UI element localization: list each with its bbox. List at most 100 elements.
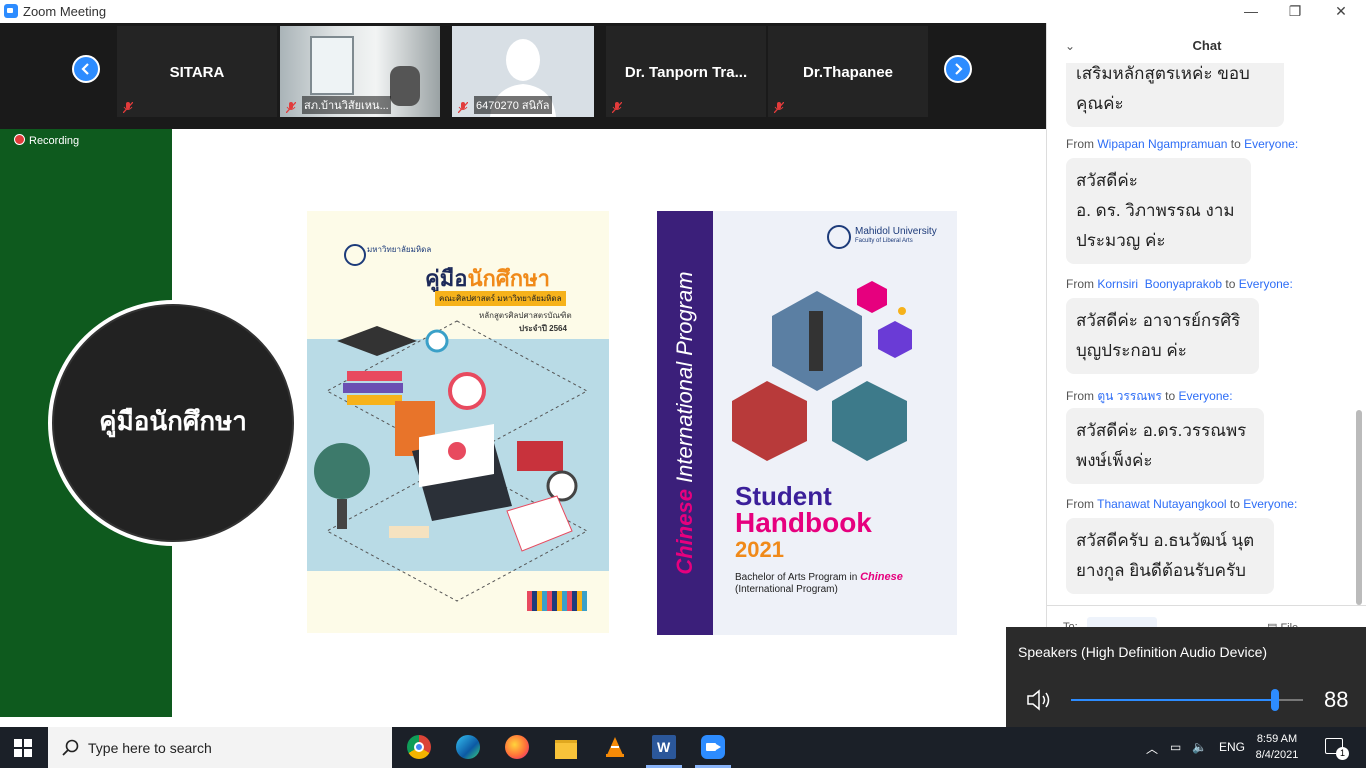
- volume-thumb[interactable]: [1271, 689, 1279, 711]
- to-label: to: [1230, 137, 1241, 151]
- edge-icon[interactable]: [456, 735, 480, 759]
- chevron-right-icon: [955, 63, 963, 75]
- participant-name: Dr. Tanporn Tra...: [624, 64, 748, 81]
- minimize-button[interactable]: —: [1228, 0, 1274, 23]
- chat-bubble: สวัสดีค่ะ อ. ดร. วิภาพรรณ งาม ประมวญ ค่ะ: [1066, 158, 1251, 264]
- book2-spine-text: International Program: [672, 271, 697, 490]
- recipient-name[interactable]: Everyone:: [1239, 277, 1293, 291]
- person-image: [390, 66, 420, 106]
- chat-line: สวัสดีค่ะ อาจารย์กรศิริ: [1076, 311, 1241, 330]
- recipient-name[interactable]: Everyone:: [1244, 137, 1298, 151]
- participant-tile[interactable]: SITARA: [117, 26, 277, 117]
- participant-name: SITARA: [169, 64, 225, 81]
- close-button[interactable]: ✕: [1318, 0, 1364, 23]
- chat-line: คุณค่ะ: [1076, 94, 1124, 113]
- handbook-cover-english: Chinese International Program Mahidol Un…: [657, 211, 957, 635]
- participant-strip: SITARA สภ.บ้านวิสัยเหน... 6470270 สนิกัล…: [0, 23, 1046, 129]
- vlc-icon[interactable]: [603, 735, 627, 759]
- chat-scrollbar[interactable]: [1356, 410, 1362, 605]
- language-indicator[interactable]: ENG: [1219, 740, 1245, 754]
- sender-name[interactable]: Wipapan Ngampramuan: [1097, 137, 1227, 151]
- participant-tile[interactable]: 6470270 สนิกัล: [452, 26, 594, 117]
- book2-program-highlight: Chinese: [860, 571, 903, 583]
- book2-program-prefix: Bachelor of Arts Program in: [735, 572, 861, 583]
- window-image: [310, 36, 354, 95]
- notification-badge: 1: [1336, 747, 1349, 760]
- chat-line: สวัสดีครับ อ.ธนวัฒน์ นุต: [1076, 531, 1255, 550]
- volume-tray-icon[interactable]: 🔈: [1192, 740, 1207, 754]
- recipient-name[interactable]: Everyone:: [1243, 497, 1297, 511]
- chevron-up-icon[interactable]: ︿: [1146, 740, 1158, 757]
- chat-bubble: เสริมหลักสูตรเหค่ะ ขอบ คุณค่ะ: [1066, 63, 1284, 127]
- sender-name[interactable]: Thanawat Nutayangkool: [1097, 497, 1226, 511]
- participant-label: สภ.บ้านวิสัยเหน...: [302, 96, 391, 114]
- clock-time: 8:59 AM: [1256, 733, 1298, 745]
- muted-mic-icon: [458, 102, 468, 113]
- chat-bubble: สวัสดีค่ะ อาจารย์กรศิริ บุญประกอบ ค่ะ: [1066, 298, 1259, 374]
- battery-icon[interactable]: ▭: [1170, 740, 1181, 754]
- from-label: From: [1066, 277, 1094, 291]
- zoom-app-icon[interactable]: [701, 735, 725, 759]
- participant-tile[interactable]: Dr. Tanporn Tra...: [606, 26, 766, 117]
- handbook-cover-thai: มหาวิทยาลัยมหิดล คู่มือนักศึกษา คณะศิลปศ…: [307, 211, 609, 633]
- book2-year: 2021: [735, 537, 784, 562]
- system-clock[interactable]: 8:59 AM 8/4/2021: [1252, 731, 1302, 763]
- participant-label: 6470270 สนิกัล: [474, 96, 552, 114]
- next-page-button[interactable]: [944, 55, 972, 83]
- participant-tile[interactable]: Dr.Thapanee: [768, 26, 928, 117]
- chat-title: Chat: [1192, 38, 1222, 53]
- chat-bubble: สวัสดีค่ะ อ.ดร.วรรณพร พงษ์เพ็งค่ะ: [1066, 408, 1264, 484]
- volume-slider[interactable]: [1071, 689, 1303, 711]
- book1-university: มหาวิทยาลัยมหิดล: [367, 245, 432, 254]
- volume-value: 88: [1324, 687, 1349, 712]
- speaker-icon[interactable]: [1026, 688, 1054, 712]
- muted-mic-icon: [123, 102, 133, 113]
- previous-page-button[interactable]: [72, 55, 100, 83]
- taskbar: Type here to search W ︿ ▭ 🔈 ENG 8:59 AM …: [0, 727, 1366, 768]
- chat-divider: [1047, 605, 1366, 606]
- book2-title2: Handbook: [735, 507, 872, 538]
- chat-line: สวัสดีค่ะ: [1076, 171, 1138, 190]
- chat-header: ⌄ Chat: [1047, 23, 1366, 63]
- meeting-area: SITARA สภ.บ้านวิสัยเหน... 6470270 สนิกัล…: [0, 23, 1046, 717]
- sender-name[interactable]: Kornsiri Boonyaprakob: [1097, 277, 1222, 291]
- sender-name[interactable]: ตูน วรรณพร: [1097, 389, 1161, 403]
- chat-sender-line: From ตูน วรรณพร to Everyone:: [1066, 387, 1233, 406]
- chat-line: อ. ดร. วิภาพรรณ งาม: [1076, 201, 1235, 220]
- taskbar-search[interactable]: Type here to search: [48, 727, 392, 768]
- book2-univ: Mahidol University: [855, 226, 937, 237]
- chat-line: พงษ์เพ็งค่ะ: [1076, 451, 1153, 470]
- volume-fill: [1071, 699, 1275, 701]
- chat-line: สวัสดีค่ะ อ.ดร.วรรณพร: [1076, 421, 1247, 440]
- firefox-icon[interactable]: [505, 735, 529, 759]
- windows-start-icon[interactable]: [14, 739, 32, 757]
- chrome-icon[interactable]: [407, 735, 431, 759]
- to-label: to: [1165, 389, 1176, 403]
- participant-tile[interactable]: สภ.บ้านวิสัยเหน...: [280, 26, 440, 117]
- chat-bubble: สวัสดีครับ อ.ธนวัฒน์ นุต ยางกูล ยินดีต้อ…: [1066, 518, 1274, 594]
- chat-messages[interactable]: เสริมหลักสูตรเหค่ะ ขอบ คุณค่ะ From Wipap…: [1047, 63, 1366, 603]
- word-icon[interactable]: W: [652, 735, 676, 759]
- clock-date: 8/4/2021: [1255, 749, 1299, 761]
- chat-sender-line: From Thanawat Nutayangkool to Everyone:: [1066, 497, 1297, 511]
- chat-panel: ⌄ Chat เสริมหลักสูตรเหค่ะ ขอบ คุณค่ะ Fro…: [1046, 23, 1366, 727]
- book1-illustration: [314, 320, 589, 602]
- muted-mic-icon: [286, 102, 296, 113]
- recording-indicator: Recording: [14, 134, 79, 147]
- file-explorer-icon[interactable]: [554, 735, 578, 759]
- book1-logo-pattern: [527, 591, 587, 611]
- recipient-name[interactable]: Everyone:: [1179, 389, 1233, 403]
- book2-hexagon-collage: [732, 281, 912, 461]
- window-title: Zoom Meeting: [23, 4, 107, 19]
- shared-screen: Recording คู่มือนักศึกษา มหาวิทยาลัยมหิด…: [0, 129, 1046, 717]
- restore-button[interactable]: ❐: [1272, 0, 1318, 23]
- to-label: to: [1229, 497, 1240, 511]
- chat-line: บุญประกอบ ค่ะ: [1076, 341, 1187, 360]
- chat-line: เสริมหลักสูตรเหค่ะ ขอบ: [1076, 64, 1250, 83]
- to-label: to: [1225, 277, 1236, 291]
- muted-mic-icon: [774, 102, 784, 113]
- book2-spine-highlight: Chinese: [672, 489, 697, 575]
- chat-line: ยางกูล ยินดีต้อนรับครับ: [1076, 561, 1246, 580]
- recording-label: Recording: [29, 135, 80, 147]
- book2-program: Bachelor of Arts Program in Chinese: [735, 571, 903, 583]
